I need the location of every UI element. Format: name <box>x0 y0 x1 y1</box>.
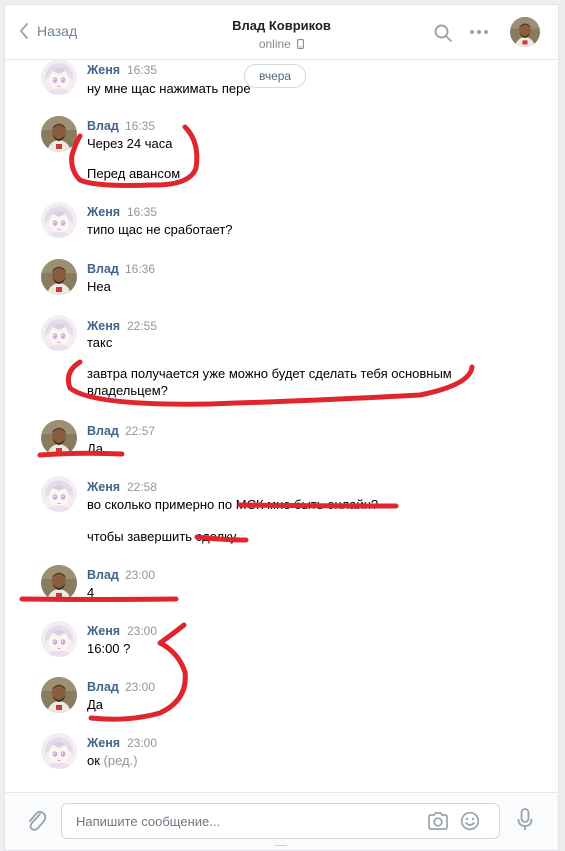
avatar[interactable] <box>41 259 77 295</box>
message-text: Неа <box>87 279 111 294</box>
avatar[interactable] <box>41 202 77 238</box>
message-text: 16:00 ? <box>87 641 131 656</box>
message-time[interactable]: 22:58 <box>127 480 157 494</box>
camera-icon[interactable] <box>427 811 449 831</box>
message-text: такс <box>87 335 113 350</box>
mobile-phone-icon <box>297 39 305 49</box>
microphone-icon[interactable] <box>517 808 533 832</box>
avatar[interactable] <box>41 315 77 351</box>
message-text: завтра получается уже можно будет сделат… <box>87 366 452 398</box>
message-text: типо щас не сработает? <box>87 222 233 237</box>
message-time[interactable]: 23:00 <box>127 736 157 750</box>
message-text-body: ок <box>87 753 100 768</box>
dialog-header: Назад Влад Ковриков online <box>5 5 558 60</box>
status-text: online <box>258 37 291 51</box>
more-dots-icon[interactable] <box>469 29 489 35</box>
date-separator: вчера <box>244 64 307 88</box>
message-text: Да <box>87 697 104 712</box>
avatar[interactable] <box>41 420 77 456</box>
message-time[interactable]: 16:35 <box>127 63 157 77</box>
edited-label: (ред.) <box>103 753 138 768</box>
message-time[interactable]: 23:00 <box>125 680 155 694</box>
avatar[interactable] <box>41 476 77 512</box>
message-text: ок (ред.) <box>87 753 138 768</box>
avatar[interactable] <box>41 677 77 713</box>
avatar[interactable] <box>41 116 77 152</box>
avatar[interactable] <box>41 59 77 95</box>
message-time[interactable]: 22:57 <box>125 424 155 438</box>
message-author[interactable]: Женя <box>87 319 120 333</box>
online-status: online <box>5 37 558 51</box>
message-time[interactable]: 23:00 <box>125 568 155 582</box>
message-author[interactable]: Влад <box>87 424 119 438</box>
message-time[interactable]: 16:36 <box>125 262 155 276</box>
message-author[interactable]: Влад <box>87 680 119 694</box>
message-text: 4 <box>87 585 95 600</box>
search-icon[interactable] <box>433 23 453 43</box>
message-text: Да <box>87 441 104 456</box>
message-input-field[interactable] <box>61 803 500 839</box>
message-author[interactable]: Женя <box>87 624 120 638</box>
avatar[interactable] <box>41 621 77 657</box>
header-avatar[interactable] <box>510 17 540 47</box>
message-text: Через 24 часа <box>87 136 173 151</box>
avatar[interactable] <box>41 733 77 769</box>
dialog-window: Назад Влад Ковриков online Женя 16:35 ну… <box>4 4 559 851</box>
message-time[interactable]: 23:00 <box>127 624 157 638</box>
message-time[interactable]: 16:35 <box>127 205 157 219</box>
message-author[interactable]: Женя <box>87 480 120 494</box>
message-author[interactable]: Женя <box>87 205 120 219</box>
message-author[interactable]: Женя <box>87 736 120 750</box>
message-text: во сколько примерно по МСК мне быть онла… <box>87 497 379 512</box>
paperclip-icon[interactable] <box>25 807 47 833</box>
message-text: Перед авансом <box>87 166 181 181</box>
message-text: ну мне щас нажимать пере <box>87 81 251 96</box>
message-history[interactable]: Женя 16:35 ну мне щас нажимать пере Влад… <box>5 60 558 790</box>
message-author[interactable]: Влад <box>87 119 119 133</box>
message-author[interactable]: Влад <box>87 262 119 276</box>
message-input[interactable] <box>74 813 408 830</box>
avatar[interactable] <box>41 565 77 601</box>
message-time[interactable]: 22:55 <box>127 319 157 333</box>
resize-grip[interactable] <box>275 845 287 850</box>
message-author[interactable]: Влад <box>87 568 119 582</box>
message-text: чтобы завершить сделку <box>87 529 237 544</box>
message-author[interactable]: Женя <box>87 63 120 77</box>
smile-icon[interactable] <box>460 811 480 831</box>
message-composer <box>5 792 558 850</box>
message-time[interactable]: 16:35 <box>125 119 155 133</box>
